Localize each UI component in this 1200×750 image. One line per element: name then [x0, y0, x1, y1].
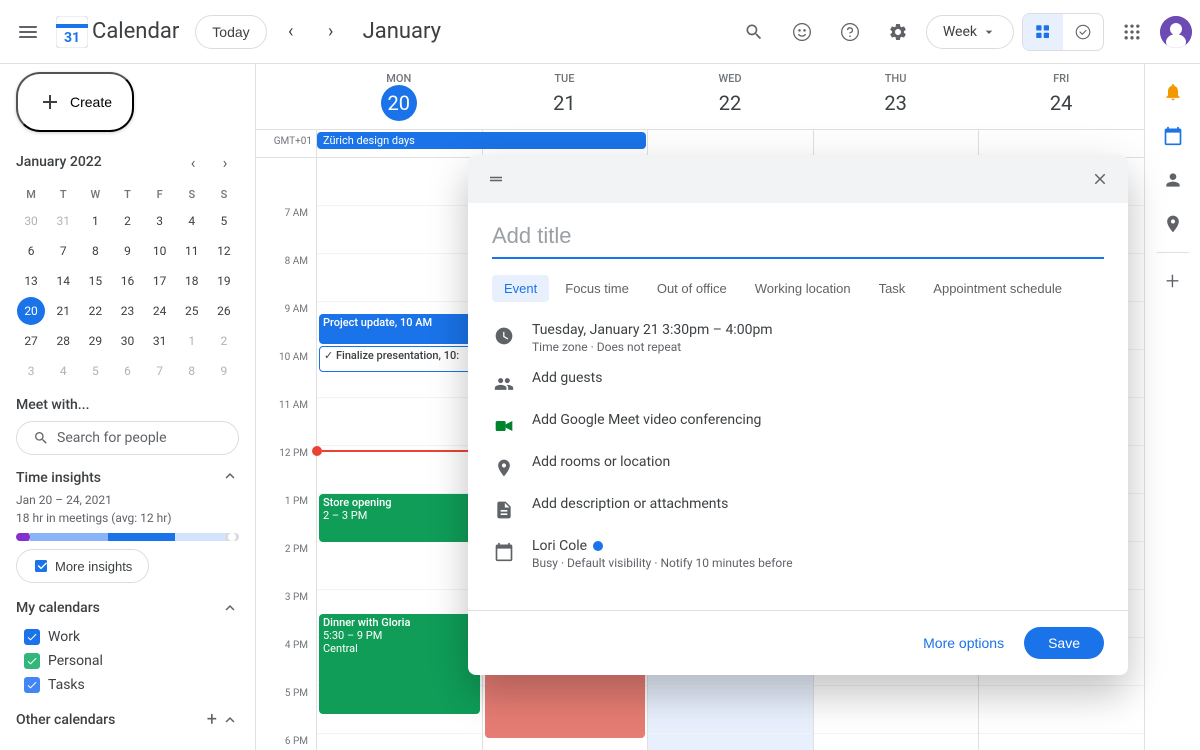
calendar-settings: Busy · Default visibility · Notify 10 mi… [532, 556, 1104, 570]
save-button[interactable]: Save [1024, 627, 1104, 659]
modal-overlay: Event Focus time Out of office Working l… [0, 0, 1200, 750]
more-options-button[interactable]: More options [915, 627, 1012, 659]
tab-out-of-office[interactable]: Out of office [645, 275, 739, 302]
location-icon [492, 456, 516, 480]
modal-description-field: Add description or attachments [492, 496, 1104, 522]
modal-datetime-field: Tuesday, January 21 3:30pm – 4:00pm Time… [492, 322, 1104, 354]
tab-event[interactable]: Event [492, 275, 549, 302]
modal-calendar-field: Lori Cole Busy · Default visibility · No… [492, 538, 1104, 570]
add-meet-button[interactable]: Add Google Meet video conferencing [532, 412, 1104, 428]
calendar-color-dot [593, 541, 603, 551]
event-creation-modal: Event Focus time Out of office Working l… [468, 155, 1128, 675]
event-title-input[interactable] [492, 219, 1104, 259]
tab-working-location[interactable]: Working location [743, 275, 863, 302]
google-meet-icon [492, 414, 516, 438]
calendar-owner: Lori Cole [532, 538, 587, 554]
event-datetime[interactable]: Tuesday, January 21 3:30pm – 4:00pm [532, 322, 1104, 338]
add-description-button[interactable]: Add description or attachments [532, 496, 1104, 512]
calendar-small-icon [492, 540, 516, 564]
modal-body: Event Focus time Out of office Working l… [468, 203, 1128, 610]
add-guests-button[interactable]: Add guests [532, 370, 1104, 386]
tab-focus-time[interactable]: Focus time [553, 275, 641, 302]
modal-guests-field: Add guests [492, 370, 1104, 396]
people-icon [492, 372, 516, 396]
tab-task[interactable]: Task [867, 275, 918, 302]
modal-meet-field: Add Google Meet video conferencing [492, 412, 1104, 438]
modal-tabs: Event Focus time Out of office Working l… [492, 275, 1104, 302]
tab-appointment-schedule[interactable]: Appointment schedule [921, 275, 1074, 302]
modal-location-field: Add rooms or location [492, 454, 1104, 480]
modal-close-button[interactable] [1084, 163, 1116, 195]
modal-drag-icon [480, 163, 512, 195]
description-icon [492, 498, 516, 522]
clock-icon [492, 324, 516, 348]
add-location-button[interactable]: Add rooms or location [532, 454, 1104, 470]
modal-header [468, 155, 1128, 203]
modal-footer: More options Save [468, 610, 1128, 675]
event-datetime-sub: Time zone · Does not repeat [532, 340, 1104, 354]
